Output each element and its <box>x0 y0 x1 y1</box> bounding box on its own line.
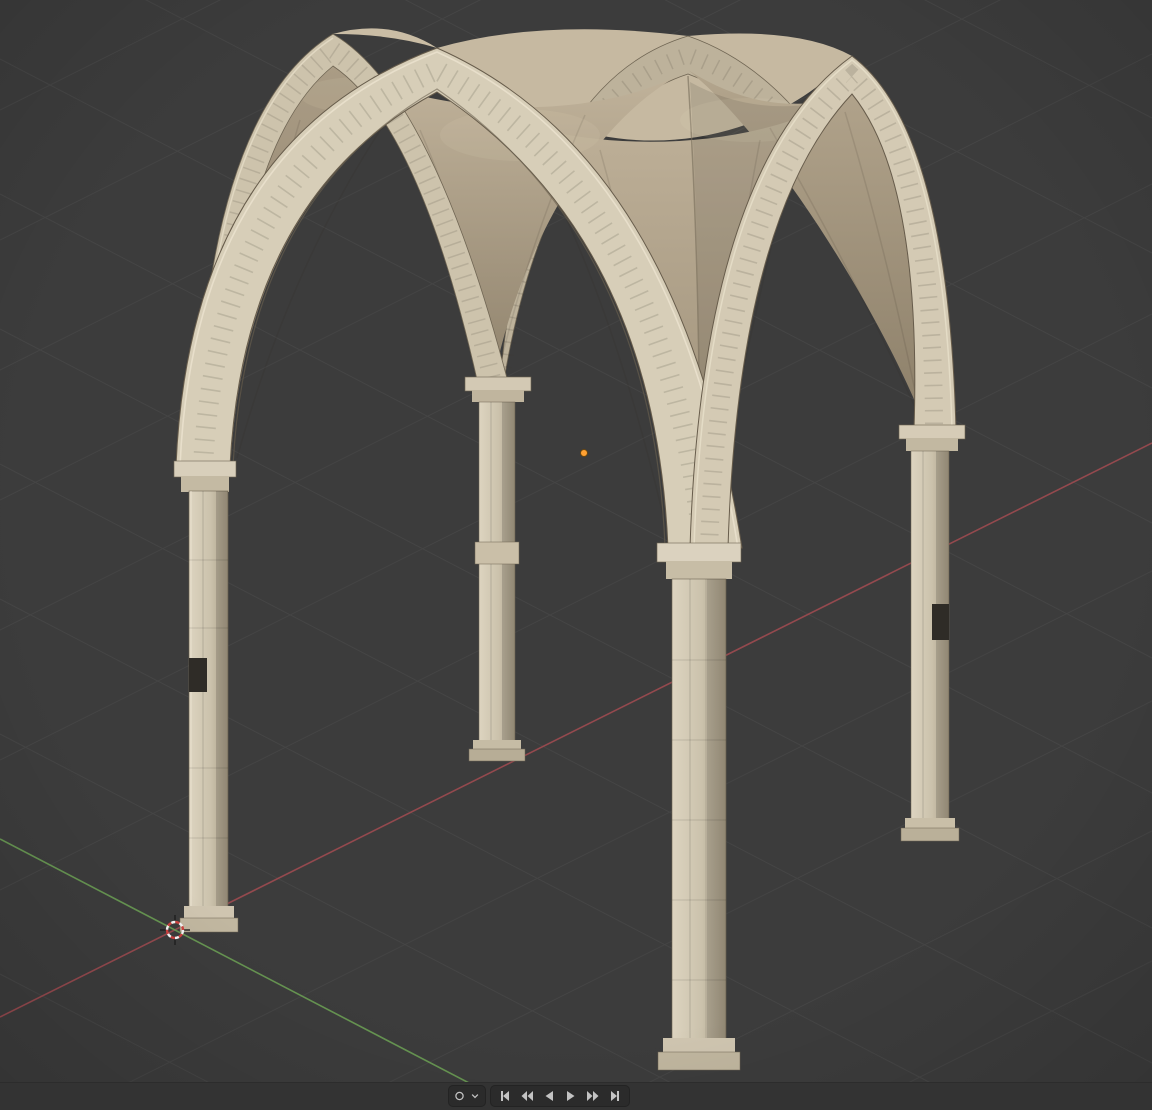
jump-to-end-button[interactable] <box>604 1086 626 1106</box>
skip-to-start-icon <box>498 1089 512 1103</box>
play-reverse-icon <box>542 1089 556 1103</box>
playback-controls <box>448 1085 630 1107</box>
object-origin-dot <box>581 450 588 457</box>
jump-to-start-button[interactable] <box>494 1086 516 1106</box>
blender-window <box>0 0 1152 1110</box>
timeline-strip <box>0 1082 1152 1110</box>
record-circle-icon <box>454 1089 465 1103</box>
next-keyframe-icon <box>586 1089 600 1103</box>
playback-button-group <box>490 1085 630 1107</box>
play-reverse-button[interactable] <box>538 1086 560 1106</box>
auto-key-options-dropdown[interactable] <box>467 1086 482 1106</box>
play-icon <box>564 1089 578 1103</box>
previous-keyframe-button[interactable] <box>516 1086 538 1106</box>
play-button[interactable] <box>560 1086 582 1106</box>
skip-to-end-icon <box>608 1089 622 1103</box>
auto-key-toggle-button[interactable] <box>452 1086 467 1106</box>
previous-keyframe-icon <box>520 1089 534 1103</box>
viewport-3d[interactable] <box>0 0 1152 1110</box>
next-keyframe-button[interactable] <box>582 1086 604 1106</box>
auto-key-group <box>448 1085 486 1107</box>
chevron-down-icon <box>470 1091 480 1101</box>
